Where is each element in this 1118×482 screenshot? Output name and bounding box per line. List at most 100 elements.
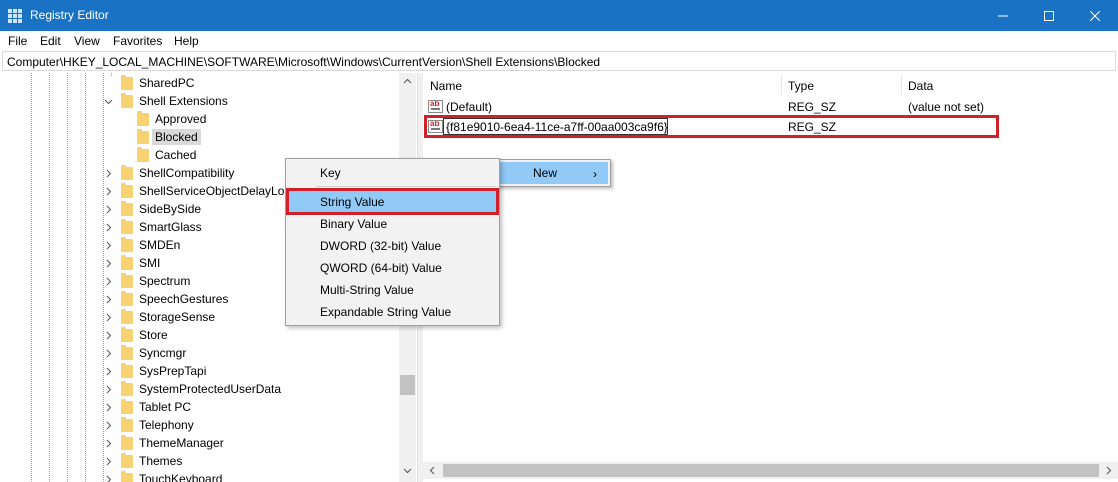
scroll-right-icon[interactable] <box>1103 465 1114 476</box>
list-header: Name Type Data <box>423 73 1118 97</box>
submenu-item-expandable-string-value[interactable]: Expandable String Value <box>288 301 497 323</box>
tree-item-label: Spectrum <box>139 274 191 288</box>
annotation-highlight-new-value <box>424 115 999 138</box>
column-type[interactable]: Type <box>788 79 814 93</box>
tree-item-thememanager[interactable]: ThemeManager <box>0 434 399 452</box>
folder-icon <box>121 327 133 342</box>
tree-item-label-selected: Blocked <box>152 129 201 145</box>
menu-file[interactable]: File <box>8 34 27 48</box>
tree-item-syncmgr[interactable]: Syncmgr <box>0 344 399 362</box>
submenu-item-qword-value[interactable]: QWORD (64-bit) Value <box>288 257 497 279</box>
tree-item-tablet-pc[interactable]: Tablet PC <box>0 398 399 416</box>
tree-item-label: Themes <box>139 454 183 468</box>
folder-icon <box>121 345 133 360</box>
chevron-right-icon[interactable] <box>104 421 113 430</box>
tree-item-blocked[interactable]: Blocked <box>0 128 399 146</box>
maximize-button[interactable] <box>1026 0 1072 31</box>
address-bar[interactable]: Computer\HKEY_LOCAL_MACHINE\SOFTWARE\Mic… <box>2 51 1116 71</box>
menu-edit[interactable]: Edit <box>40 34 61 48</box>
tree-item-systemprotecteduserdata[interactable]: SystemProtectedUserData <box>0 380 399 398</box>
chevron-right-icon[interactable] <box>104 295 113 304</box>
tree-item-label: SysPrepTapi <box>139 364 207 378</box>
scroll-left-icon[interactable] <box>427 465 438 476</box>
folder-icon <box>121 93 133 108</box>
chevron-right-icon[interactable] <box>104 475 113 482</box>
registry-editor-icon <box>8 9 22 23</box>
chevron-right-icon[interactable] <box>104 259 113 268</box>
tree-item-label: SMI <box>139 256 161 270</box>
tree-item-approved[interactable]: Approved <box>0 110 399 128</box>
chevron-right-icon[interactable] <box>104 331 113 340</box>
tree-item-syspreptapi[interactable]: SysPrepTapi <box>0 362 399 380</box>
menu-favorites[interactable]: Favorites <box>113 34 162 48</box>
folder-icon <box>121 291 133 306</box>
submenu-item-label: Key <box>320 166 341 180</box>
minimize-button[interactable] <box>980 0 1026 31</box>
values-scroll-thumb[interactable] <box>443 464 1099 477</box>
submenu-item-label: QWORD (64-bit) Value <box>320 261 442 275</box>
tree-scroll-thumb[interactable] <box>400 375 415 395</box>
tree-item-label: Approved <box>155 112 207 126</box>
tree-item-label: Store <box>139 328 168 342</box>
chevron-right-icon[interactable] <box>104 403 113 412</box>
folder-icon <box>121 201 133 216</box>
menu-bar: File Edit View Favorites Help <box>0 31 1118 51</box>
chevron-right-icon[interactable] <box>104 205 113 214</box>
close-button[interactable] <box>1072 0 1118 31</box>
chevron-right-icon[interactable] <box>104 277 113 286</box>
submenu-item-multi-string-value[interactable]: Multi-String Value <box>288 279 497 301</box>
submenu-item-key[interactable]: Key <box>288 162 497 184</box>
folder-icon <box>121 273 133 288</box>
title-bar: Registry Editor <box>0 0 1118 31</box>
folder-icon <box>121 165 133 180</box>
chevron-right-icon[interactable] <box>104 439 113 448</box>
tree-item-store[interactable]: Store <box>0 326 399 344</box>
value-type: REG_SZ <box>788 100 837 114</box>
submenu-item-dword-value[interactable]: DWORD (32-bit) Value <box>288 235 497 257</box>
scroll-up-icon[interactable] <box>402 76 413 87</box>
column-data[interactable]: Data <box>908 79 933 93</box>
menu-view[interactable]: View <box>74 34 100 48</box>
folder-icon <box>121 417 133 432</box>
submenu-item-label: Binary Value <box>320 217 388 231</box>
chevron-down-icon[interactable] <box>104 97 113 106</box>
address-path: Computer\HKEY_LOCAL_MACHINE\SOFTWARE\Mic… <box>7 55 601 69</box>
value-row-default[interactable]: ab (Default) REG_SZ (value not set) <box>423 97 1118 117</box>
tree-item-label: SideBySide <box>139 202 202 216</box>
menu-item-new[interactable]: New › <box>484 162 608 184</box>
tree-item-label: TouchKeyboard <box>139 472 223 482</box>
tree-item-sharedpc[interactable]: SharedPC <box>0 74 399 92</box>
tree-item-themes[interactable]: Themes <box>0 452 399 470</box>
folder-icon <box>137 129 149 144</box>
folder-icon <box>121 255 133 270</box>
scroll-down-icon[interactable] <box>402 465 413 476</box>
chevron-right-icon[interactable] <box>104 349 113 358</box>
submenu-item-label: DWORD (32-bit) Value <box>320 239 442 253</box>
chevron-right-icon[interactable] <box>104 187 113 196</box>
chevron-right-icon[interactable] <box>104 241 113 250</box>
values-horizontal-scrollbar[interactable] <box>423 462 1118 479</box>
submenu-item-label: Multi-String Value <box>320 283 414 297</box>
menu-item-new-label: New <box>533 166 558 180</box>
tree-item-shell-extensions[interactable]: Shell Extensions <box>0 92 399 110</box>
tree-item-label: Shell Extensions <box>139 94 228 108</box>
tree-item-label: Cached <box>155 148 197 162</box>
chevron-right-icon[interactable] <box>104 385 113 394</box>
menu-help[interactable]: Help <box>174 34 199 48</box>
chevron-right-icon[interactable] <box>104 223 113 232</box>
tree-item-label: StorageSense <box>139 310 216 324</box>
tree-item-label: Telephony <box>139 418 194 432</box>
folder-icon <box>121 381 133 396</box>
tree-item-telephony[interactable]: Telephony <box>0 416 399 434</box>
chevron-right-icon[interactable] <box>104 313 113 322</box>
chevron-right-icon[interactable] <box>104 457 113 466</box>
submenu-item-binary-value[interactable]: Binary Value <box>288 213 497 235</box>
column-name[interactable]: Name <box>430 79 462 93</box>
tree-item-touchkeyboard[interactable]: TouchKeyboard <box>0 470 399 482</box>
chevron-right-icon[interactable] <box>104 169 113 178</box>
tree-item-label: ShellCompatibility <box>139 166 235 180</box>
value-name: (Default) <box>446 100 493 114</box>
chevron-right-icon[interactable] <box>104 367 113 376</box>
minimize-icon <box>998 15 1008 16</box>
tree-item-label: SmartGlass <box>139 220 202 234</box>
